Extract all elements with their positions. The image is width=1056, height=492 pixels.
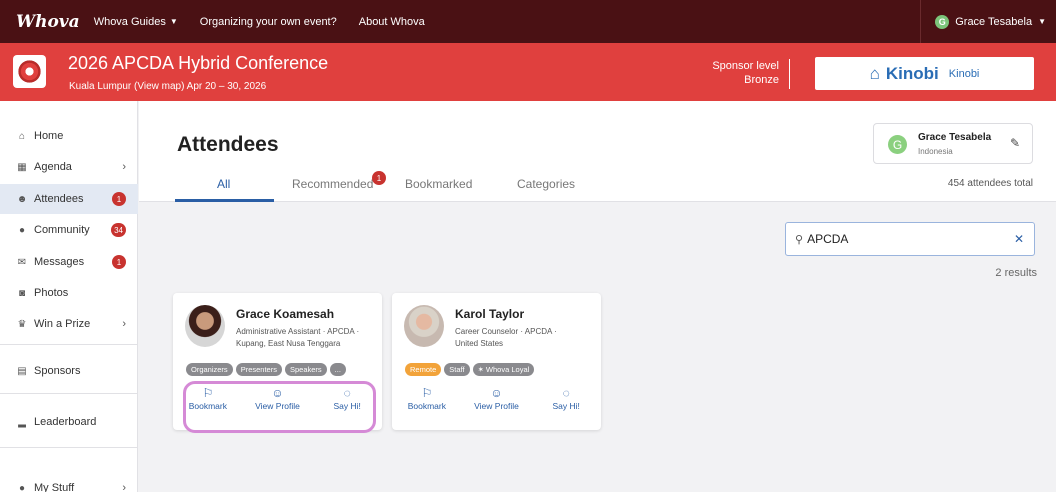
tag: Remote [405, 363, 442, 376]
tag: Speakers [284, 363, 327, 376]
results-count: 2 results [995, 267, 1037, 279]
card-actions: ⚐ Bookmark ☺ View Profile ◌ Say Hi! [392, 385, 601, 411]
tag: ✶ Whova Loyal [472, 363, 535, 376]
user-name: Grace Tesabela [955, 15, 1033, 28]
nav-link-whova-guides[interactable]: Whova Guides ▼ [94, 16, 178, 28]
tab-bookmarked[interactable]: Bookmarked [405, 177, 472, 191]
sidebar-divider [0, 447, 138, 448]
sidebar-item-my-stuff[interactable]: ● My Stuff › [0, 473, 138, 492]
attendee-role: Administrative Assistant · APCDA · Kupan… [236, 327, 360, 348]
tag: Organizers [186, 363, 233, 376]
view-profile-button[interactable]: ☺ View Profile [462, 385, 532, 411]
messages-badge: 1 [112, 255, 126, 269]
attendee-tags: Remote Staff ✶ Whova Loyal [405, 363, 535, 376]
tag: Staff [444, 363, 470, 376]
sponsor-logo-box[interactable]: ⌂ Kinobi Kinobi [815, 57, 1034, 90]
tag: Presenters [235, 363, 282, 376]
person-icon: ☺ [490, 386, 503, 400]
attendees-total: 454 attendees total [947, 178, 1033, 189]
trophy-icon: ♛ [17, 318, 27, 330]
sidebar-item-agenda[interactable]: ▦ Agenda › [0, 152, 138, 182]
bookmark-button[interactable]: ⚐ Bookmark [392, 385, 462, 411]
bookmark-icon: ⚐ [421, 386, 433, 400]
sidebar-item-messages[interactable]: ✉ Messages 1 [0, 247, 138, 277]
camera-icon: ◙ [18, 287, 26, 299]
whova-logo[interactable]: Whova [16, 12, 80, 32]
sidebar-divider [0, 393, 138, 394]
user-avatar: G [888, 135, 907, 154]
attendees-header: Attendees All Recommended 1 Bookmarked C… [139, 101, 1056, 202]
chevron-right-icon: › [122, 161, 126, 173]
user-dot-icon: ● [18, 482, 26, 492]
highlight-annotation [183, 381, 376, 433]
more-tags[interactable]: ... [329, 363, 346, 376]
attendee-tags: Organizers Presenters Speakers ... [186, 363, 346, 376]
chat-icon: ◌ [562, 386, 570, 400]
chevron-right-icon: › [122, 482, 126, 492]
attendee-photo[interactable] [185, 305, 225, 347]
sidebar-item-photos[interactable]: ◙ Photos [0, 278, 138, 308]
caret-down-icon: ▼ [169, 17, 178, 26]
event-location-date[interactable]: Kuala Lumpur (View map) Apr 20 – 30, 202… [69, 81, 266, 92]
active-tab-indicator [175, 199, 274, 202]
user-menu[interactable]: G Grace Tesabela ▼ [920, 0, 1046, 43]
leaderboard-icon: ▂ [18, 416, 26, 428]
my-profile-chip[interactable]: G Grace Tesabela Indonesia ✎ [873, 123, 1033, 164]
say-hi-button[interactable]: ◌ Say Hi! [531, 385, 601, 411]
profile-country: Indonesia [918, 147, 953, 156]
community-badge: 34 [111, 223, 126, 237]
attendees-badge: 1 [112, 192, 126, 206]
attendee-search: ⚲ ✕ [785, 222, 1035, 256]
sponsor-logo-text: Kinobi [885, 63, 939, 83]
people-icon: ☻ [16, 193, 28, 205]
search-input[interactable] [807, 232, 1008, 246]
recommended-badge: 1 [372, 171, 386, 185]
chat-bubbles-icon: ● [18, 224, 26, 236]
page-title: Attendees [177, 133, 279, 156]
calendar-icon: ▦ [17, 161, 27, 173]
sidebar-item-home[interactable]: ⌂ Home [0, 121, 138, 151]
profile-name: Grace Tesabela [918, 132, 992, 143]
sponsor-name: Kinobi [948, 67, 980, 80]
home-icon: ⌂ [18, 130, 26, 142]
chevron-right-icon: › [122, 318, 126, 330]
sidebar-item-win-a-prize[interactable]: ♛ Win a Prize › [0, 309, 138, 339]
envelope-icon: ✉ [17, 256, 27, 268]
sidebar-item-community[interactable]: ● Community 34 [0, 215, 138, 245]
nav-link-about-whova[interactable]: About Whova [359, 16, 425, 28]
attendee-card[interactable]: Karol Taylor Career Counselor · APCDA · … [392, 293, 601, 430]
tab-categories[interactable]: Categories [517, 177, 575, 191]
clear-search-icon[interactable]: ✕ [1014, 232, 1024, 246]
attendee-role: Career Counselor · APCDA · United States [455, 327, 557, 348]
attendee-name[interactable]: Grace Koamesah [236, 307, 334, 321]
pencil-edit-icon[interactable]: ✎ [1010, 136, 1020, 150]
sidebar-item-sponsors[interactable]: ▤ Sponsors [0, 356, 138, 386]
tab-recommended[interactable]: Recommended [292, 177, 373, 191]
sidebar-item-attendees[interactable]: ☻ Attendees 1 [0, 184, 138, 214]
caret-down-icon: ▼ [1038, 17, 1046, 26]
event-logo [13, 55, 46, 88]
top-navigation-bar: Whova Whova Guides ▼ Organizing your own … [0, 0, 1056, 43]
nav-link-organizing-event[interactable]: Organizing your own event? [200, 16, 337, 28]
tab-all[interactable]: All [217, 177, 230, 191]
attendee-name[interactable]: Karol Taylor [455, 307, 524, 321]
sidebar: ⌂ Home ▦ Agenda › ☻ Attendees 1 ● Community … [0, 101, 138, 492]
event-title: 2026 APCDA Hybrid Conference [68, 53, 329, 73]
sponsor-level: Sponsor level Bronze [712, 59, 790, 89]
sidebar-divider [0, 344, 138, 345]
attendee-photo[interactable] [404, 305, 444, 347]
user-avatar: G [935, 14, 950, 29]
kinobi-logo-icon: ⌂ [869, 63, 880, 83]
sidebar-item-leaderboard[interactable]: ▂ Leaderboard [0, 407, 138, 437]
building-icon: ▤ [17, 365, 27, 377]
search-icon: ⚲ [795, 233, 804, 246]
